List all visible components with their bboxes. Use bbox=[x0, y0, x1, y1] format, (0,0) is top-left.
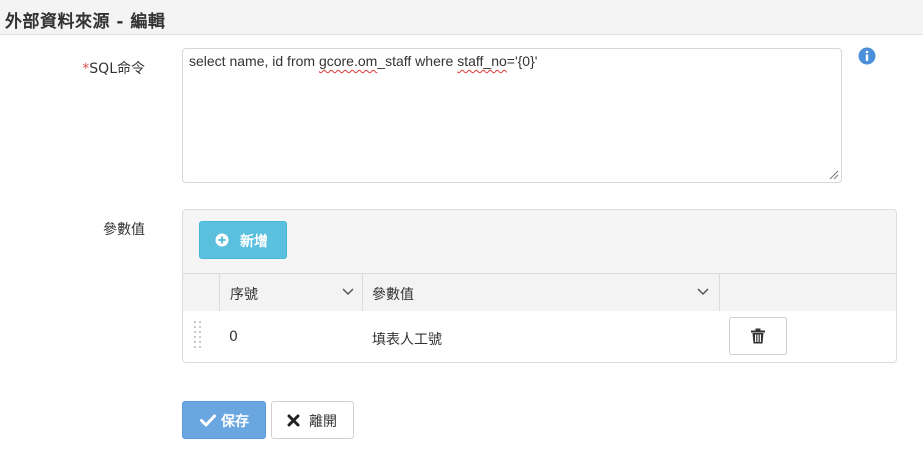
column-header-value[interactable]: 參數值 bbox=[372, 284, 414, 304]
chevron-down-icon[interactable] bbox=[342, 287, 354, 297]
leave-button[interactable]: 離開 bbox=[271, 401, 354, 439]
info-circle-icon[interactable] bbox=[858, 47, 876, 65]
sql-command-textarea[interactable]: select name, id from gcore.om_staff wher… bbox=[182, 48, 842, 183]
check-icon bbox=[200, 414, 216, 427]
params-grid-panel: 新增 序號 參數值 0 填表人工號 bbox=[182, 209, 897, 363]
leave-button-label: 離開 bbox=[309, 414, 337, 430]
row-param-value[interactable]: 填表人工號 bbox=[372, 329, 442, 349]
params-grid-header: 序號 參數值 bbox=[183, 273, 896, 312]
drag-handle-icon[interactable] bbox=[193, 320, 203, 348]
save-button-label: 保存 bbox=[221, 414, 249, 430]
column-divider bbox=[362, 274, 363, 311]
page-header: 外部資料來源 - 編輯 bbox=[0, 0, 923, 35]
add-param-button[interactable]: 新增 bbox=[199, 221, 287, 259]
column-divider bbox=[719, 274, 720, 311]
close-x-icon bbox=[287, 414, 300, 427]
plus-circle-icon bbox=[215, 233, 229, 247]
column-divider bbox=[219, 274, 220, 311]
sql-command-label-text: SQL命令 bbox=[89, 61, 145, 77]
resize-grip-icon[interactable] bbox=[829, 170, 839, 180]
row-seq[interactable]: 0 bbox=[229, 329, 238, 345]
delete-row-button[interactable] bbox=[729, 317, 787, 355]
add-param-button-label: 新增 bbox=[240, 234, 268, 250]
chevron-down-icon[interactable] bbox=[697, 287, 709, 297]
sql-command-value: select name, id from gcore.om_staff wher… bbox=[189, 53, 538, 69]
table-row[interactable]: 0 填表人工號 bbox=[183, 311, 896, 362]
sql-command-label: *SQL命令 bbox=[5, 58, 145, 78]
column-header-seq[interactable]: 序號 bbox=[230, 284, 258, 304]
trash-icon bbox=[751, 328, 765, 344]
save-button[interactable]: 保存 bbox=[182, 401, 266, 439]
page-title: 外部資料來源 - 編輯 bbox=[5, 12, 166, 32]
params-label: 參數值 bbox=[103, 222, 145, 238]
